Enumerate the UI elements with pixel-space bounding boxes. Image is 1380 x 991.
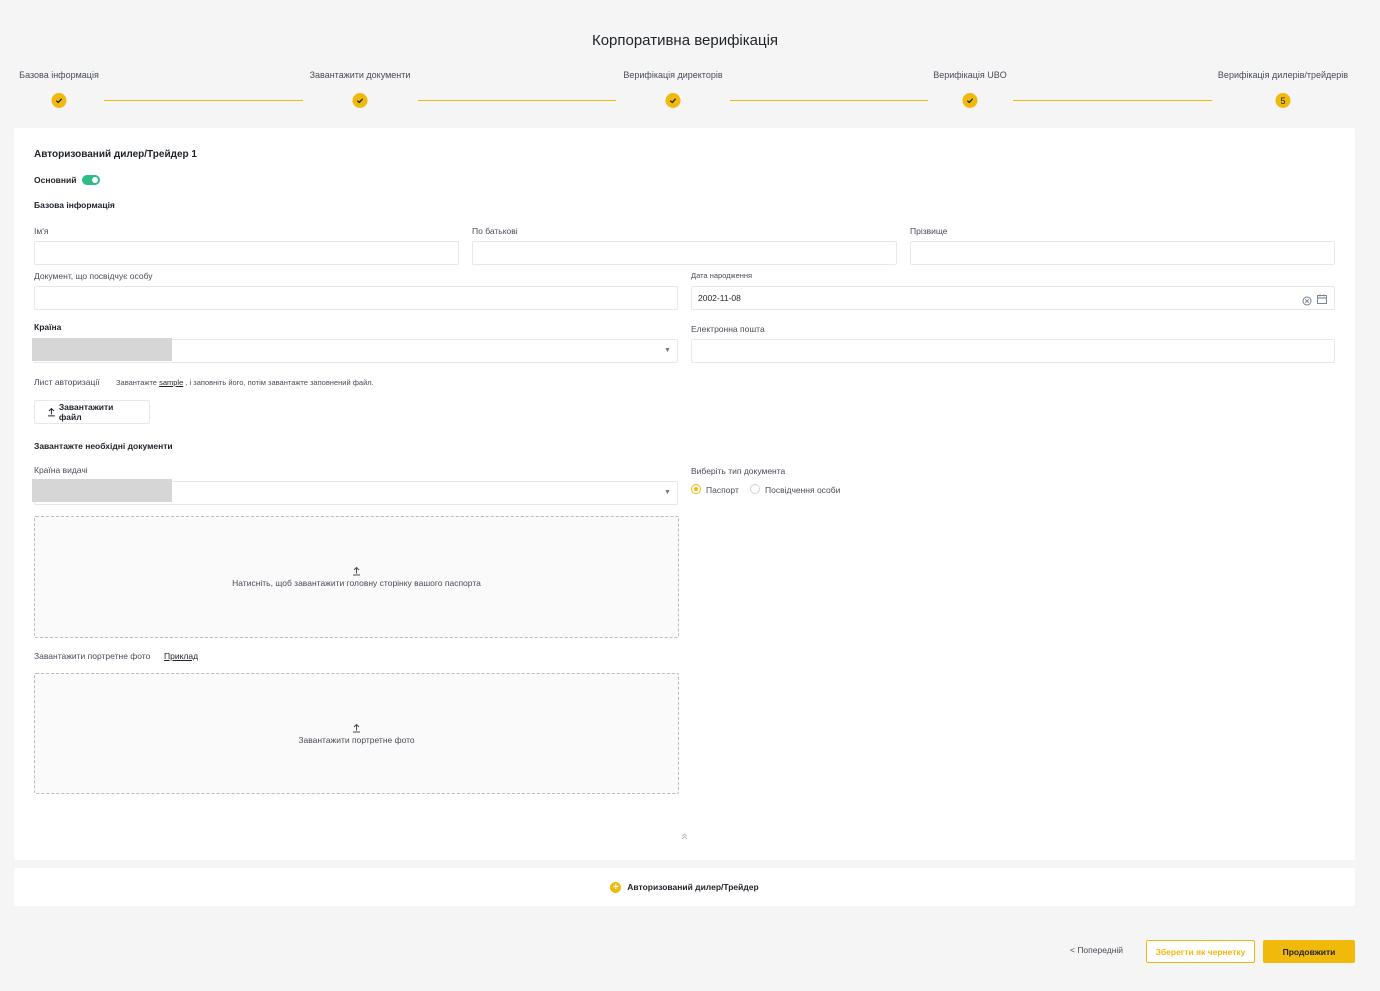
upload-icon: [47, 407, 55, 417]
step-5-number[interactable]: 5: [1275, 93, 1291, 108]
step-connector: [1013, 100, 1212, 101]
last-name-input[interactable]: [910, 241, 1335, 265]
email-input[interactable]: [691, 339, 1335, 363]
portrait-upload-dropzone[interactable]: Завантажити портретне фото: [34, 673, 679, 794]
portrait-upload-text: Завантажити портретне фото: [298, 734, 415, 745]
id-document-label: Документ, що посвідчує особу: [34, 271, 153, 281]
step-3-check-icon[interactable]: [665, 93, 681, 108]
previous-button[interactable]: < Попередній: [1070, 945, 1123, 955]
passport-upload-text: Натисніть, щоб завантажити головну сторі…: [232, 578, 481, 588]
step-2-check-icon[interactable]: [352, 93, 368, 108]
page-title: Корпоративна верифікація: [591, 32, 779, 49]
calendar-icon[interactable]: [1316, 292, 1328, 304]
step-label-4[interactable]: Верифікація UBO: [933, 70, 1007, 80]
birth-date-input[interactable]: 2002-11-08: [691, 286, 1335, 310]
id-document-input[interactable]: [34, 286, 678, 310]
step-connector: [418, 100, 616, 101]
country-label: Країна: [34, 322, 62, 332]
auth-letter-label: Лист авторизації: [34, 377, 100, 387]
first-name-input[interactable]: [34, 241, 459, 265]
plus-circle-icon: +: [610, 881, 622, 893]
issuing-country-label: Країна видачі: [34, 465, 88, 475]
first-name-label: Ім'я: [34, 226, 49, 236]
upload-icon: [353, 566, 360, 576]
last-name-label: Прізвище: [910, 226, 948, 236]
step-label-1[interactable]: Базова інформація: [19, 70, 99, 80]
doc-type-passport-label[interactable]: Паспорт: [706, 485, 739, 495]
basic-info-title: Базова інформація: [34, 200, 115, 210]
add-dealer-button[interactable]: + Авторизований дилер/Трейдер: [14, 868, 1355, 906]
portrait-label: Завантажити портретне фото: [34, 651, 151, 661]
doc-type-passport-radio[interactable]: [691, 484, 701, 494]
save-draft-button[interactable]: Зберегти як чернетку: [1146, 940, 1255, 963]
step-label-2[interactable]: Завантажити документи: [310, 70, 411, 80]
passport-upload-dropzone[interactable]: Натисніть, щоб завантажити головну сторі…: [34, 516, 679, 638]
middle-name-label: По батькові: [472, 226, 518, 236]
doc-type-label: Виберіть тип документа: [691, 466, 786, 476]
step-4-check-icon[interactable]: [962, 93, 978, 108]
step-connector: [104, 100, 303, 101]
auth-letter-hint-prefix: Завантажте: [116, 378, 157, 387]
doc-type-id-card-radio[interactable]: [750, 484, 760, 494]
chevron-down-icon[interactable]: ▼: [664, 347, 671, 354]
portrait-example-link[interactable]: Приклад: [164, 651, 198, 661]
issuing-country-value-redacted: [32, 479, 172, 502]
continue-button[interactable]: Продовжити: [1263, 940, 1355, 963]
upload-file-label: Завантажити файл: [58, 402, 114, 422]
dealer-section-title: Авторизований дилер/Трейдер 1: [34, 149, 197, 160]
step-1-check-icon[interactable]: [51, 93, 67, 108]
add-dealer-label: Авторизований дилер/Трейдер: [627, 882, 759, 892]
step-connector: [730, 100, 928, 101]
main-toggle-label: Основний: [34, 175, 77, 185]
upload-icon: [353, 723, 360, 732]
birth-date-value: 2002-11-08: [698, 293, 741, 303]
chevron-down-icon[interactable]: ▼: [664, 489, 671, 496]
main-toggle[interactable]: [82, 175, 100, 185]
example-link-text[interactable]: Приклад: [164, 651, 198, 661]
doc-type-id-card-label[interactable]: Посвідчення особи: [765, 485, 840, 495]
country-value-redacted: [32, 338, 172, 361]
collapse-icon[interactable]: [680, 828, 689, 840]
auth-letter-hint-suffix: , і заповніть його, потім завантажте зап…: [185, 378, 374, 387]
upload-file-button[interactable]: Завантажити файл: [34, 400, 150, 424]
auth-letter-hint: Завантажте sample , і заповніть його, по…: [116, 378, 374, 387]
email-label: Електронна пошта: [691, 324, 765, 334]
step-label-3[interactable]: Верифікація директорів: [623, 70, 722, 80]
clear-icon[interactable]: [1302, 293, 1312, 306]
sample-link[interactable]: sample: [159, 378, 183, 387]
middle-name-input[interactable]: [472, 241, 897, 265]
birth-date-label: Дата народження: [691, 271, 753, 280]
step-label-5[interactable]: Верифікація дилерів/трейдерів: [1218, 70, 1348, 80]
required-docs-title: Завантажте необхідні документи: [34, 441, 173, 451]
